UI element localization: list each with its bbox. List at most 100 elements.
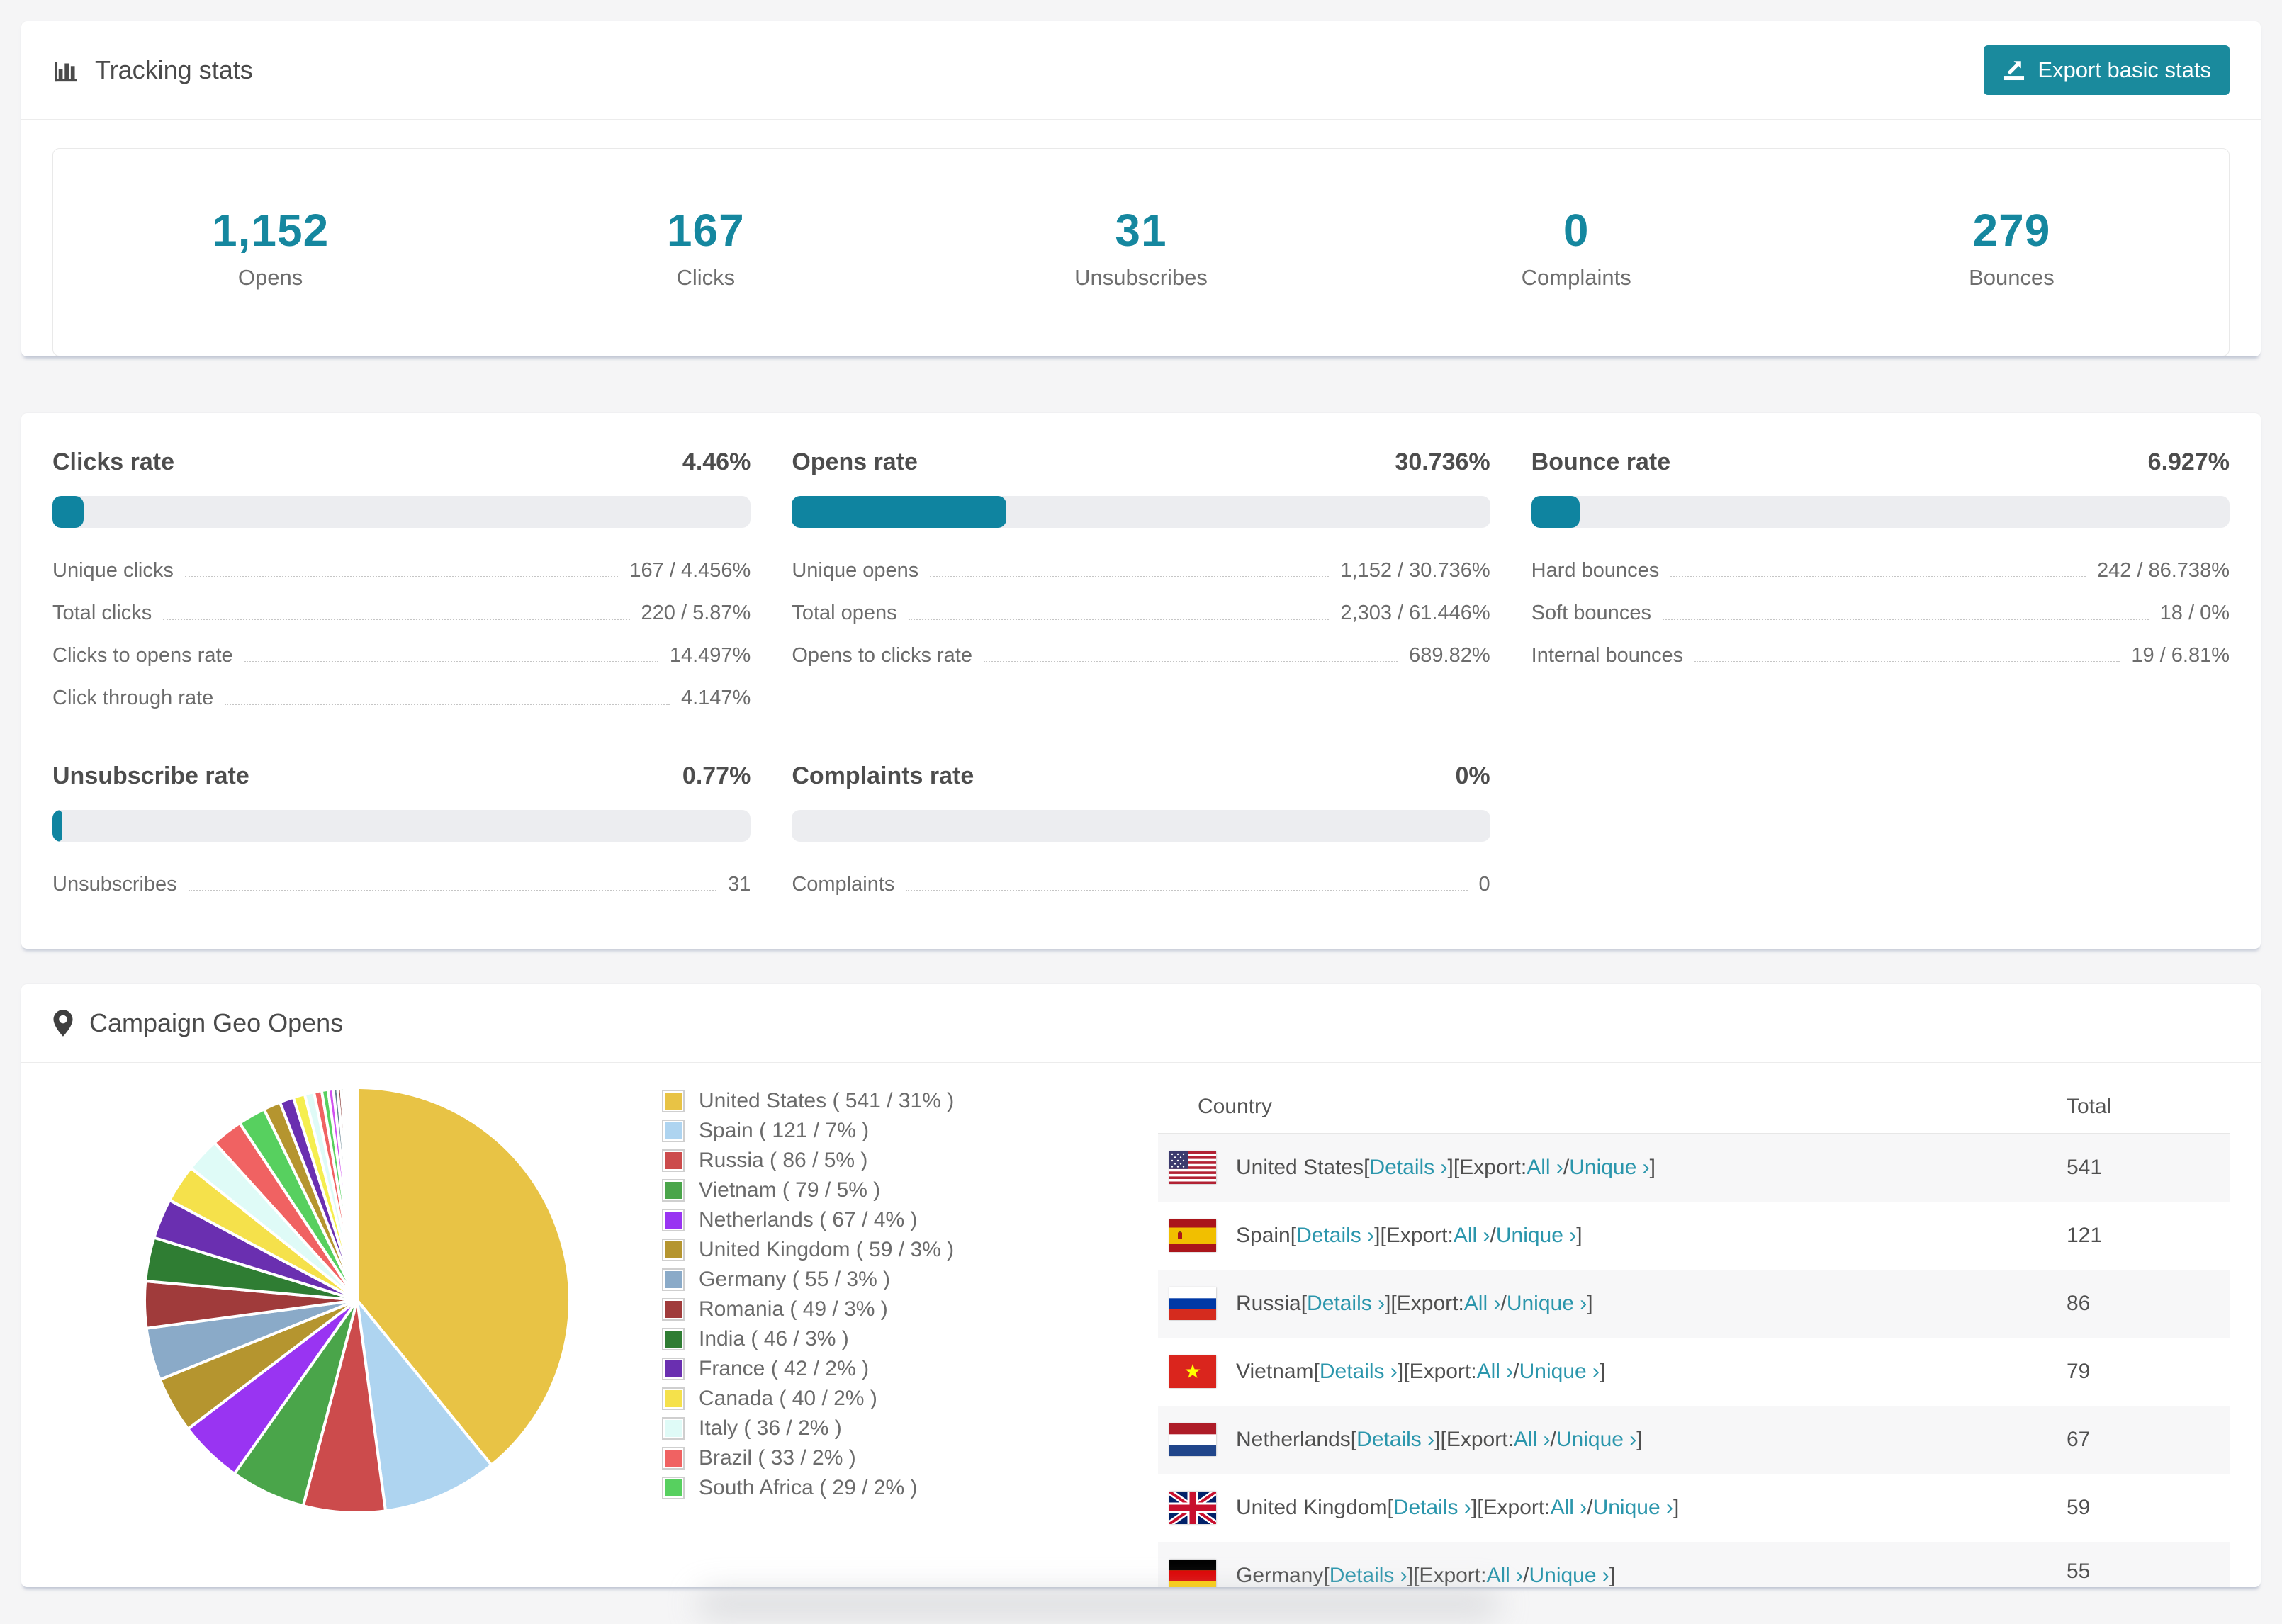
opens-rate-progress-fill xyxy=(792,496,1007,528)
stat-label: Complaints xyxy=(1521,265,1631,290)
legend-swatch xyxy=(662,1149,685,1172)
dotted-leader xyxy=(908,619,1330,620)
rate-row-label: Unique clicks xyxy=(52,559,174,582)
complaints-rate-value: 0% xyxy=(1455,762,1490,789)
gb-export-all-link[interactable]: All › xyxy=(1551,1496,1587,1520)
unsubscribe-rate-block: Unsubscribe rate 0.77% Unsubscribes 31 xyxy=(52,762,751,896)
bracket: [ xyxy=(1364,1156,1370,1179)
de-details-link[interactable]: Details › xyxy=(1330,1564,1407,1587)
rate-row: Click through rate 4.147% xyxy=(52,687,751,710)
legend-item: United States ( 541 / 31% ) xyxy=(662,1086,1158,1116)
us-export-all-link[interactable]: All › xyxy=(1527,1156,1563,1180)
legend-swatch xyxy=(662,1387,685,1410)
rate-row-label: Hard bounces xyxy=(1531,559,1660,582)
rate-row-value: 18 / 0% xyxy=(2159,602,2230,624)
stat-value: 0 xyxy=(1563,205,1590,256)
us-export-unique-link[interactable]: Unique › xyxy=(1569,1156,1649,1180)
rate-row-label: Internal bounces xyxy=(1531,644,1684,667)
nl-details-link[interactable]: Details › xyxy=(1356,1428,1434,1452)
export-icon xyxy=(2002,58,2026,82)
rate-row: Clicks to opens rate 14.497% xyxy=(52,644,751,667)
geo-pie-chart[interactable] xyxy=(52,1081,662,1520)
es-export-unique-link[interactable]: Unique › xyxy=(1496,1224,1576,1248)
total-cell: 121 xyxy=(2067,1224,2103,1247)
vn-details-link[interactable]: Details › xyxy=(1320,1360,1398,1384)
legend-label: Germany ( 55 / 3% ) xyxy=(699,1268,891,1291)
stat-value: 279 xyxy=(1972,205,2051,256)
bracket: [ xyxy=(1290,1224,1297,1247)
bracket: ] xyxy=(1600,1360,1606,1383)
ru-export-all-link[interactable]: All › xyxy=(1464,1292,1501,1316)
export-prefix: [Export: xyxy=(1477,1496,1551,1519)
rate-row: Internal bounces 19 / 6.81% xyxy=(1531,644,2230,667)
legend-swatch xyxy=(662,1090,685,1112)
total-cell: 67 xyxy=(2067,1428,2091,1451)
rate-row-value: 19 / 6.81% xyxy=(2131,644,2230,667)
rate-row: Opens to clicks rate 689.82% xyxy=(792,644,1490,667)
dotted-leader xyxy=(1662,619,2149,620)
de-export-all-link[interactable]: All › xyxy=(1486,1564,1523,1587)
legend-swatch xyxy=(662,1120,685,1142)
bracket: [ xyxy=(1387,1496,1393,1519)
legend-item: Italy ( 36 / 2% ) xyxy=(662,1414,1158,1443)
country-cell: United States [Details ›] [Export: All ›… xyxy=(1158,1151,2067,1184)
rate-row-value: 1,152 / 30.736% xyxy=(1340,559,1490,582)
legend-label: United Kingdom ( 59 / 3% ) xyxy=(699,1238,955,1261)
legend-label: Netherlands ( 67 / 4% ) xyxy=(699,1208,918,1231)
tracking-stats-card: Tracking stats Export basic stats 1,152 O… xyxy=(21,21,2261,356)
export-prefix: [Export: xyxy=(1403,1360,1477,1383)
export-prefix: [Export: xyxy=(1453,1156,1527,1179)
clicks-rate-progress-fill xyxy=(52,496,84,528)
nl-export-unique-link[interactable]: Unique › xyxy=(1556,1428,1636,1452)
map-pin-icon xyxy=(52,1009,74,1037)
bracket: [ xyxy=(1350,1428,1357,1451)
rate-row: Unique opens 1,152 / 30.736% xyxy=(792,559,1490,582)
de-export-unique-link[interactable]: Unique › xyxy=(1529,1564,1609,1587)
legend-label: Canada ( 40 / 2% ) xyxy=(699,1387,877,1410)
total-cell: 55 xyxy=(2067,1560,2091,1583)
stat-label: Clicks xyxy=(676,265,736,290)
total-cell: 541 xyxy=(2067,1156,2103,1179)
legend-swatch xyxy=(662,1298,685,1321)
rate-row-label: Total opens xyxy=(792,602,897,624)
dotted-leader xyxy=(184,576,619,577)
es-details-link[interactable]: Details › xyxy=(1296,1224,1374,1248)
legend-swatch xyxy=(662,1447,685,1470)
export-basic-stats-button[interactable]: Export basic stats xyxy=(1984,45,2230,95)
ru-export-unique-link[interactable]: Unique › xyxy=(1507,1292,1587,1316)
rate-row: Unique clicks 167 / 4.456% xyxy=(52,559,751,582)
geo-table: Country Total United States [Details ›] … xyxy=(1158,1081,2230,1587)
legend-swatch xyxy=(662,1209,685,1231)
rate-row-value: 14.497% xyxy=(669,644,751,667)
vn-export-all-link[interactable]: All › xyxy=(1477,1360,1514,1384)
country-cell: Spain [Details ›] [Export: All › / Uniqu… xyxy=(1158,1219,2067,1252)
stat-bounces: 279 Bounces xyxy=(1794,149,2229,356)
clicks-rate-progress-bar xyxy=(52,496,751,528)
us-flag-icon xyxy=(1169,1151,1216,1184)
legend-swatch xyxy=(662,1358,685,1380)
gb-details-link[interactable]: Details › xyxy=(1393,1496,1471,1520)
rate-row-value: 242 / 86.738% xyxy=(2096,559,2230,582)
geo-table-row-us: United States [Details ›] [Export: All ›… xyxy=(1158,1134,2230,1202)
summary-stats-row: 1,152 Opens 167 Clicks 31 Unsubscribes 0 Compla… xyxy=(52,148,2230,356)
legend-item: Canada ( 40 / 2% ) xyxy=(662,1384,1158,1414)
rate-row-label: Soft bounces xyxy=(1531,602,1651,624)
bracket: [ xyxy=(1300,1292,1308,1315)
country-name: Spain xyxy=(1236,1224,1291,1247)
stat-clicks: 167 Clicks xyxy=(488,149,924,356)
page: Tracking stats Export basic stats 1,152 O… xyxy=(0,0,2282,1624)
country-name: Russia xyxy=(1236,1292,1301,1315)
ru-details-link[interactable]: Details › xyxy=(1307,1292,1385,1316)
vn-export-unique-link[interactable]: Unique › xyxy=(1519,1360,1600,1384)
rate-row-value: 689.82% xyxy=(1409,644,1490,667)
legend-item: India ( 46 / 3% ) xyxy=(662,1324,1158,1354)
dotted-leader xyxy=(225,704,670,705)
bracket: ] xyxy=(1447,1156,1454,1179)
gb-export-unique-link[interactable]: Unique › xyxy=(1593,1496,1673,1520)
complaints-rate-title: Complaints rate xyxy=(792,762,974,789)
es-export-all-link[interactable]: All › xyxy=(1454,1224,1490,1248)
rate-row: Hard bounces 242 / 86.738% xyxy=(1531,559,2230,582)
nl-export-all-link[interactable]: All › xyxy=(1514,1428,1551,1452)
us-details-link[interactable]: Details › xyxy=(1369,1156,1447,1180)
stat-label: Unsubscribes xyxy=(1074,265,1208,290)
